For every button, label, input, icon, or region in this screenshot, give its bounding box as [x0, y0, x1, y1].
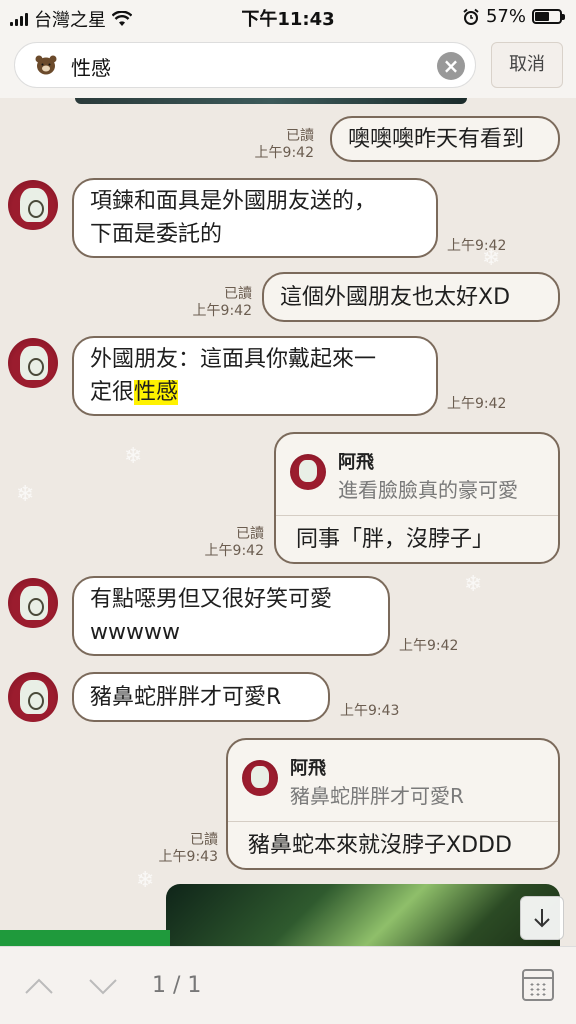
- arrow-down-icon: [534, 909, 550, 928]
- reply-message-bubble[interactable]: 阿飛 進看臉臉真的豪可愛 同事「胖，沒脖子」: [274, 432, 560, 564]
- avatar[interactable]: [8, 180, 58, 230]
- message-meta: 已讀 上午9:42: [190, 526, 264, 560]
- read-receipt: 已讀: [236, 526, 264, 542]
- search-field[interactable]: ×: [14, 42, 476, 88]
- close-icon: ×: [442, 54, 460, 78]
- message-bubble[interactable]: 豬鼻蛇胖胖才可愛R: [72, 672, 330, 722]
- background-edge: [0, 930, 170, 946]
- message-text: 豬鼻蛇胖胖才可愛R: [90, 684, 282, 710]
- search-bar: × 取消: [0, 34, 576, 98]
- message-text: 噢噢噢昨天有看到: [348, 126, 525, 152]
- cancel-button[interactable]: 取消: [491, 42, 563, 88]
- bear-icon: [35, 55, 57, 75]
- image-message-edge[interactable]: [75, 98, 467, 104]
- read-receipt: 已讀: [286, 128, 314, 144]
- battery-percent: 57%: [485, 6, 526, 27]
- search-highlight: 性感: [134, 380, 179, 405]
- chat-area[interactable]: ❄ ❄ ❄ ❄ ❄ 已讀 上午9:42 噢噢噢昨天有看到 項鍊和面具是外國朋友送…: [0, 98, 576, 946]
- message-time: 上午9:42: [399, 638, 459, 654]
- status-bar: 台灣之星 下午11:43 57%: [0, 0, 576, 34]
- search-input[interactable]: [71, 51, 431, 81]
- alarm-icon: [463, 8, 479, 25]
- quoted-avatar: [290, 454, 326, 490]
- message-text: 項鍊和面具是外國朋友送的，: [90, 189, 377, 214]
- read-receipt: 已讀: [190, 832, 218, 848]
- message-text: 同事「胖，沒脖子」: [296, 527, 495, 552]
- clear-search-button[interactable]: ×: [437, 52, 465, 80]
- message-time: 上午9:42: [447, 396, 507, 412]
- message-time: 上午9:42: [447, 238, 507, 254]
- message-time: 上午9:43: [158, 849, 218, 865]
- avatar[interactable]: [8, 578, 58, 628]
- message-bubble[interactable]: 項鍊和面具是外國朋友送的， 下面是委託的: [72, 178, 438, 258]
- calendar-icon[interactable]: [522, 969, 554, 1001]
- snowflake-icon: ❄: [136, 868, 155, 893]
- message-text: 定很: [90, 380, 135, 405]
- avatar[interactable]: [8, 672, 58, 722]
- message-text: 有點噁男但又很好笑可愛: [90, 587, 333, 612]
- snowflake-icon: ❄: [464, 572, 483, 597]
- scroll-to-bottom-button[interactable]: [520, 896, 564, 940]
- message-text: 外國朋友：這面具你戴起來一: [90, 347, 377, 372]
- message-meta: 已讀 上午9:43: [144, 832, 218, 866]
- message-time: 上午9:42: [254, 145, 314, 161]
- message-time: 上午9:42: [192, 303, 252, 319]
- message-time: 上午9:43: [340, 703, 400, 719]
- message-bubble[interactable]: 外國朋友：這面具你戴起來一 定很性感: [72, 336, 438, 416]
- result-counter: 1 / 1: [152, 973, 202, 998]
- avatar[interactable]: [8, 338, 58, 388]
- quoted-message[interactable]: 阿飛 進看臉臉真的豪可愛: [276, 434, 558, 516]
- message-text: wwwww: [90, 620, 180, 645]
- message-time: 上午9:42: [204, 543, 264, 559]
- message-meta: 已讀 上午9:42: [178, 286, 252, 320]
- search-result-bar: 1 / 1: [0, 946, 576, 1024]
- snowflake-icon: ❄: [16, 482, 35, 507]
- next-result-button[interactable]: [88, 971, 118, 1001]
- message-bubble[interactable]: 有點噁男但又很好笑可愛 wwwww: [72, 576, 390, 656]
- message-text: 下面是委託的: [90, 222, 223, 247]
- snowflake-icon: ❄: [124, 444, 143, 469]
- quoted-text: 豬鼻蛇胖胖才可愛R: [290, 784, 464, 808]
- read-receipt: 已讀: [224, 286, 252, 302]
- message-text: 豬鼻蛇本來就沒脖子XDDD: [248, 833, 512, 858]
- quoted-avatar: [242, 760, 278, 796]
- quoted-message[interactable]: 阿飛 豬鼻蛇胖胖才可愛R: [228, 740, 558, 822]
- quoted-sender-name: 阿飛: [290, 758, 326, 779]
- photo-message[interactable]: [166, 884, 560, 946]
- battery-icon: [532, 9, 565, 24]
- reply-message-bubble[interactable]: 阿飛 豬鼻蛇胖胖才可愛R 豬鼻蛇本來就沒脖子XDDD: [226, 738, 560, 870]
- quoted-sender-name: 阿飛: [338, 452, 374, 473]
- message-bubble[interactable]: 這個外國朋友也太好XD: [262, 272, 560, 322]
- message-meta: 已讀 上午9:42: [240, 128, 314, 162]
- previous-result-button[interactable]: [24, 971, 54, 1001]
- message-text: 這個外國朋友也太好XD: [280, 284, 511, 310]
- message-bubble[interactable]: 噢噢噢昨天有看到: [330, 116, 560, 162]
- quoted-text: 進看臉臉真的豪可愛: [338, 478, 518, 502]
